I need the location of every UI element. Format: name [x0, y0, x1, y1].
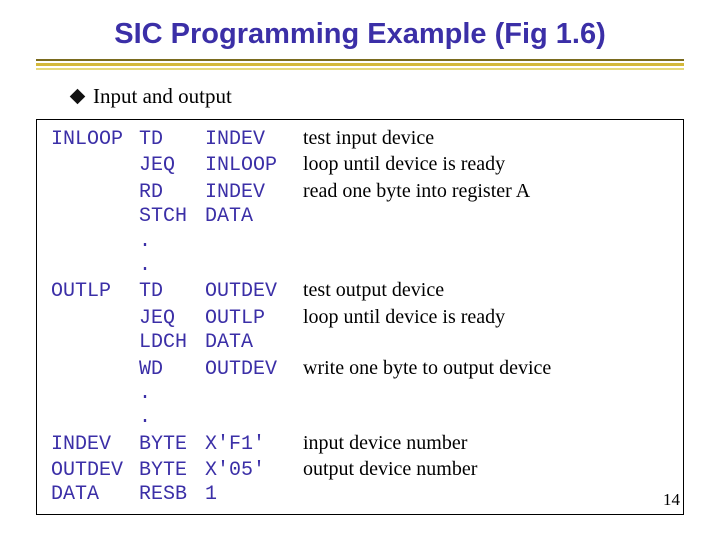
code-comment: test input device: [303, 126, 434, 150]
code-arg: INDEV: [205, 128, 303, 152]
code-label: INDEV: [51, 433, 139, 457]
code-row: INLOOP TD INDEV test input device: [51, 126, 669, 152]
code-label: DATA: [51, 483, 139, 507]
code-op: .: [139, 230, 205, 254]
page-number: 14: [663, 490, 680, 510]
code-op: BYTE: [139, 433, 205, 457]
code-arg: OUTDEV: [205, 358, 303, 382]
code-comment: output device number: [303, 457, 477, 481]
code-row: .: [51, 254, 669, 278]
code-op: .: [139, 406, 205, 430]
code-row: DATA RESB 1: [51, 483, 669, 507]
code-arg: OUTLP: [205, 307, 303, 331]
code-comment: input device number: [303, 431, 467, 455]
code-op: STCH: [139, 205, 205, 229]
code-op: JEQ: [139, 307, 205, 331]
code-row: OUTDEV BYTE X'05' output device number: [51, 457, 669, 483]
code-comment: loop until device is ready: [303, 152, 505, 176]
code-row: INDEV BYTE X'F1' input device number: [51, 431, 669, 457]
code-op: BYTE: [139, 459, 205, 483]
code-row: .: [51, 230, 669, 254]
code-comment: read one byte into register A: [303, 179, 530, 203]
code-row: RD INDEV read one byte into register A: [51, 179, 669, 205]
code-comment: write one byte to output device: [303, 356, 551, 380]
subtitle-text: Input and output: [93, 84, 232, 108]
code-arg: DATA: [205, 205, 303, 229]
code-listing-box: INLOOP TD INDEV test input device JEQ IN…: [36, 119, 684, 515]
code-op: .: [139, 382, 205, 406]
code-arg: INLOOP: [205, 154, 303, 178]
slide-title: SIC Programming Example (Fig 1.6): [0, 0, 720, 59]
code-row: WD OUTDEV write one byte to output devic…: [51, 356, 669, 382]
code-op: JEQ: [139, 154, 205, 178]
code-op: RD: [139, 181, 205, 205]
code-row: LDCH DATA: [51, 331, 669, 355]
diamond-bullet-icon: [70, 89, 86, 105]
code-arg: 1: [205, 483, 303, 507]
code-arg: OUTDEV: [205, 280, 303, 304]
code-label: INLOOP: [51, 128, 139, 152]
code-row: STCH DATA: [51, 205, 669, 229]
code-comment: test output device: [303, 278, 444, 302]
code-label: OUTDEV: [51, 459, 139, 483]
title-underline: [36, 59, 684, 70]
code-op: .: [139, 254, 205, 278]
code-row: JEQ INLOOP loop until device is ready: [51, 152, 669, 178]
code-row: .: [51, 406, 669, 430]
code-op: TD: [139, 128, 205, 152]
subtitle-row: Input and output: [72, 84, 720, 109]
code-op: RESB: [139, 483, 205, 507]
code-arg: DATA: [205, 331, 303, 355]
code-op: TD: [139, 280, 205, 304]
code-op: WD: [139, 358, 205, 382]
code-arg: X'F1': [205, 433, 303, 457]
code-row: JEQ OUTLP loop until device is ready: [51, 305, 669, 331]
code-arg: INDEV: [205, 181, 303, 205]
code-arg: X'05': [205, 459, 303, 483]
code-op: LDCH: [139, 331, 205, 355]
code-row: OUTLP TD OUTDEV test output device: [51, 278, 669, 304]
code-row: .: [51, 382, 669, 406]
code-comment: loop until device is ready: [303, 305, 505, 329]
code-label: OUTLP: [51, 280, 139, 304]
